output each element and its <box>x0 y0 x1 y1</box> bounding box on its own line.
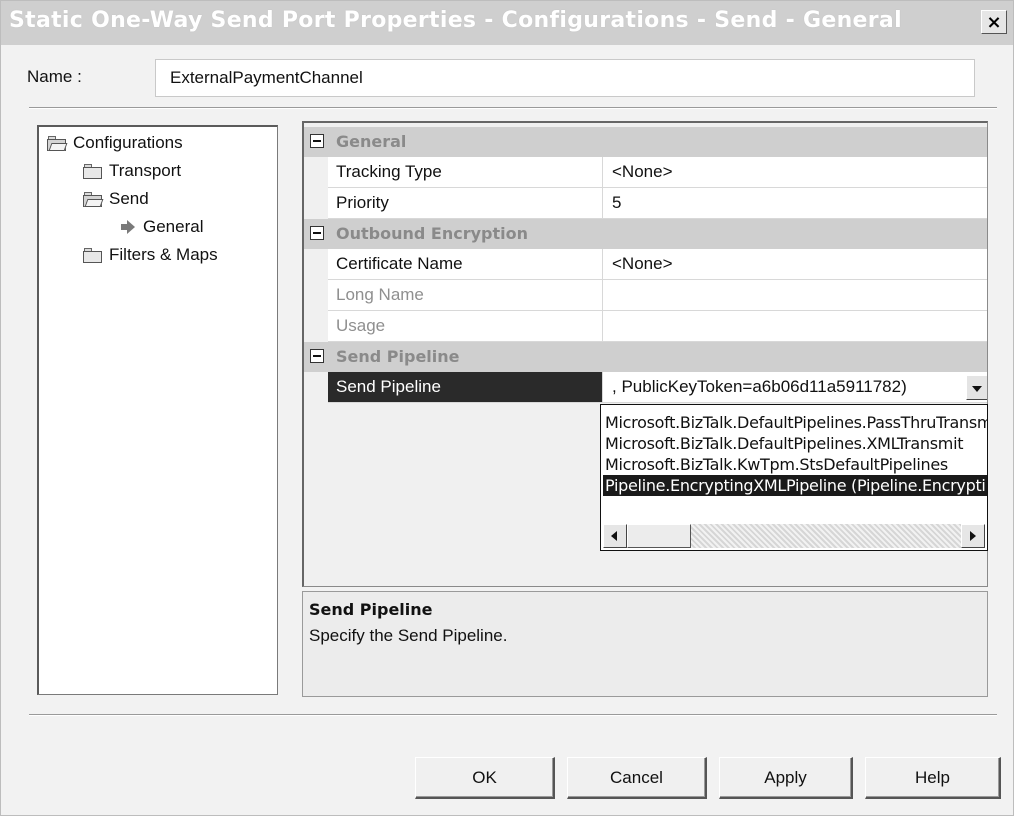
category-send-pipeline[interactable]: Send Pipeline <box>304 342 987 372</box>
property-name: Certificate Name <box>328 249 603 279</box>
tree-item-label: General <box>143 217 204 236</box>
tree-item-label: Filters & Maps <box>109 245 218 264</box>
top-divider <box>29 107 997 109</box>
category-label: Outbound Encryption <box>336 224 528 243</box>
property-name: Send Pipeline <box>328 372 603 402</box>
category-label: General <box>336 132 407 151</box>
property-name: Usage <box>328 311 603 341</box>
scroll-right-icon[interactable] <box>961 524 985 548</box>
window-title: Static One-Way Send Port Properties - Co… <box>9 8 902 33</box>
description-text: Specify the Send Pipeline. <box>309 626 508 645</box>
tree-item-send[interactable]: Send <box>83 189 149 209</box>
description-panel: Send Pipeline Specify the Send Pipeline. <box>302 591 988 697</box>
collapse-icon[interactable] <box>310 226 324 240</box>
property-value <box>604 280 987 310</box>
property-row-long-name: Long Name <box>328 280 987 311</box>
tree-item-configurations[interactable]: Configurations <box>47 133 183 153</box>
description-title: Send Pipeline <box>309 600 433 619</box>
title-bar: Static One-Way Send Port Properties - Co… <box>1 1 1013 45</box>
dropdown-option[interactable]: Microsoft.BizTalk.DefaultPipelines.XMLTr… <box>603 433 987 454</box>
tree-item-label: Send <box>109 189 149 208</box>
cancel-button[interactable]: Cancel <box>567 757 707 799</box>
collapse-icon[interactable] <box>310 134 324 148</box>
collapse-icon[interactable] <box>310 349 324 363</box>
tree-item-transport[interactable]: Transport <box>83 161 181 181</box>
property-value[interactable]: <None> <box>604 157 987 187</box>
name-input[interactable]: ExternalPaymentChannel <box>155 59 975 97</box>
property-row-tracking-type[interactable]: Tracking Type <None> <box>328 157 987 188</box>
dropdown-arrow-icon[interactable] <box>966 375 987 400</box>
dropdown-option[interactable]: Microsoft.BizTalk.KwTpm.StsDefaultPipeli… <box>603 454 987 475</box>
pipeline-dropdown-list: Microsoft.BizTalk.DefaultPipelines.PassT… <box>600 404 988 551</box>
configuration-tree: Configurations Transport Send General Fi… <box>37 125 278 695</box>
tree-item-general[interactable]: General <box>121 217 203 237</box>
horizontal-scrollbar[interactable] <box>603 524 985 548</box>
property-value <box>604 311 987 341</box>
folder-icon <box>83 163 103 179</box>
property-value[interactable]: <None> <box>604 249 987 279</box>
arrow-right-icon <box>121 220 135 234</box>
property-row-send-pipeline[interactable]: Send Pipeline , PublicKeyToken=a6b06d11a… <box>328 372 987 403</box>
scroll-left-icon[interactable] <box>603 524 627 548</box>
tree-item-label: Transport <box>109 161 182 180</box>
properties-dialog: Static One-Way Send Port Properties - Co… <box>0 0 1014 816</box>
folder-icon <box>83 247 103 263</box>
property-row-priority[interactable]: Priority 5 <box>328 188 987 219</box>
apply-button[interactable]: Apply <box>719 757 853 799</box>
property-name: Long Name <box>328 280 603 310</box>
bottom-divider <box>29 714 997 716</box>
send-pipeline-select[interactable]: , PublicKeyToken=a6b06d11a5911782) <box>604 372 987 402</box>
tree-item-filters-maps[interactable]: Filters & Maps <box>83 245 218 265</box>
property-row-certificate-name[interactable]: Certificate Name <None> <box>328 249 987 280</box>
property-row-usage: Usage <box>328 311 987 342</box>
property-name: Priority <box>328 188 603 218</box>
dropdown-option-selected[interactable]: Pipeline.EncryptingXMLPipeline (Pipeline… <box>603 475 987 496</box>
help-button[interactable]: Help <box>865 757 1001 799</box>
close-icon: × <box>986 11 1002 33</box>
property-value[interactable]: 5 <box>604 188 987 218</box>
dropdown-option[interactable]: Microsoft.BizTalk.DefaultPipelines.PassT… <box>603 412 987 433</box>
category-label: Send Pipeline <box>336 347 460 366</box>
category-general[interactable]: General <box>304 127 987 157</box>
close-button[interactable]: × <box>981 10 1007 34</box>
folder-open-icon <box>83 191 104 207</box>
property-value: , PublicKeyToken=a6b06d11a5911782) <box>612 377 907 396</box>
tree-item-label: Configurations <box>73 133 183 152</box>
scroll-thumb[interactable] <box>627 524 691 548</box>
folder-open-icon <box>47 135 68 151</box>
ok-button[interactable]: OK <box>415 757 555 799</box>
property-name: Tracking Type <box>328 157 603 187</box>
name-label: Name : <box>27 67 82 86</box>
category-outbound-encryption[interactable]: Outbound Encryption <box>304 219 987 249</box>
